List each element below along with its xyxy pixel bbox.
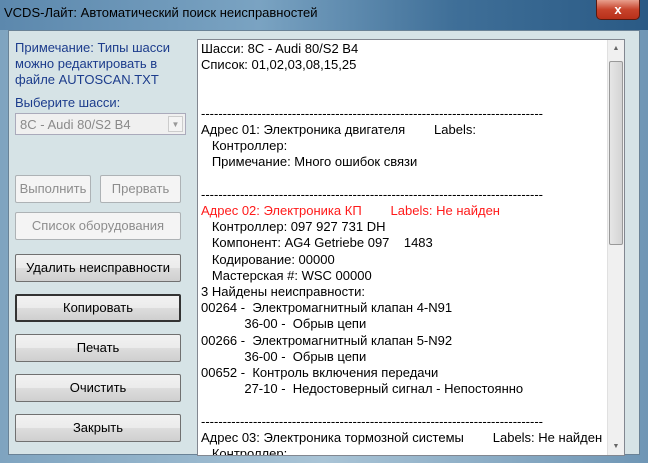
scan-log-textarea[interactable]: Шасси: 8C - Audi 80/S2 B4 Список: 01,02,0… [197,39,625,456]
log-line: ​ [201,397,602,413]
chassis-label: Выберите шасси: [15,95,121,110]
log-line: Контроллер: 097 927 731 DH [201,219,386,235]
log-line: Адрес 01: Электроника двигателя Labels: [201,122,476,138]
log-line: Контроллер: [201,138,288,154]
log-line: 00264 - Электромагнитный клапан 4-N91 [201,300,453,316]
print-button[interactable]: Печать [15,334,181,362]
chassis-select[interactable]: 8C - Audi 80/S2 B4 ▼ [15,113,186,135]
log-line: 00652 - Контроль включения передачи [201,365,439,381]
clear-faults-button[interactable]: Удалить неисправности [15,254,181,282]
log-line: 3 Найдены неисправности: [201,284,365,300]
log-line: Кодирование: 00000 [201,251,335,267]
log-line: 36-00 - Обрыв цепи [201,348,367,364]
log-line: Адрес 02: Электроника КП Labels: Не найд… [201,203,500,219]
chevron-down-icon[interactable]: ▼ [168,116,183,132]
clear-button[interactable]: Очистить [15,374,181,402]
log-line: Контроллер: [201,446,288,456]
log-line: Примечание: Много ошибок связи [201,154,418,170]
log-line: Шасси: 8C - Audi 80/S2 B4 [201,41,359,56]
log-line: ----------------------------------------… [201,413,543,429]
log-line: 36-00 - Обрыв цепи [201,316,367,332]
log-line: ----------------------------------------… [201,105,543,121]
log-line: ​ [201,90,602,106]
scroll-up-icon[interactable]: ▲ [608,40,624,57]
log-line: ----------------------------------------… [201,186,543,202]
log-line: 27-10 - Недостоверный сигнал - Непостоян… [201,381,524,397]
scroll-thumb[interactable] [609,61,623,245]
log-line: Мастерская #: WSC 00000 [201,267,372,283]
title-bar: VCDS-Лайт: Автоматический поиск неисправ… [0,0,648,30]
log-line: Адрес 03: Электроника тормозной системы … [201,429,603,445]
equipment-list-button[interactable]: Список оборудования [15,212,181,240]
scroll-down-icon[interactable]: ▼ [608,438,624,455]
log-line: Компонент: AG4 Getriebe 097 1483 [201,235,433,251]
chassis-note: Примечание: Типы шасси можно редактирова… [15,40,171,87]
run-button[interactable]: Выполнить [15,175,91,203]
close-window-button[interactable]: x [596,0,640,20]
copy-button[interactable]: Копировать [15,294,181,322]
vertical-scrollbar[interactable]: ▲ ▼ [607,40,624,455]
log-line: ​ [201,73,602,89]
chassis-value: 8C - Audi 80/S2 B4 [20,117,131,132]
log-line: 00266 - Электромагнитный клапан 5-N92 [201,332,453,348]
log-lines: Шасси: 8C - Audi 80/S2 B4 Список: 01,02,0… [201,41,603,456]
log-line: Список: 01,02,03,08,15,25 [201,57,357,73]
abort-button[interactable]: Прервать [100,175,181,203]
window-title: VCDS-Лайт: Автоматический поиск неисправ… [4,5,318,20]
close-button[interactable]: Закрыть [15,414,181,442]
log-line: ​ [201,171,602,187]
